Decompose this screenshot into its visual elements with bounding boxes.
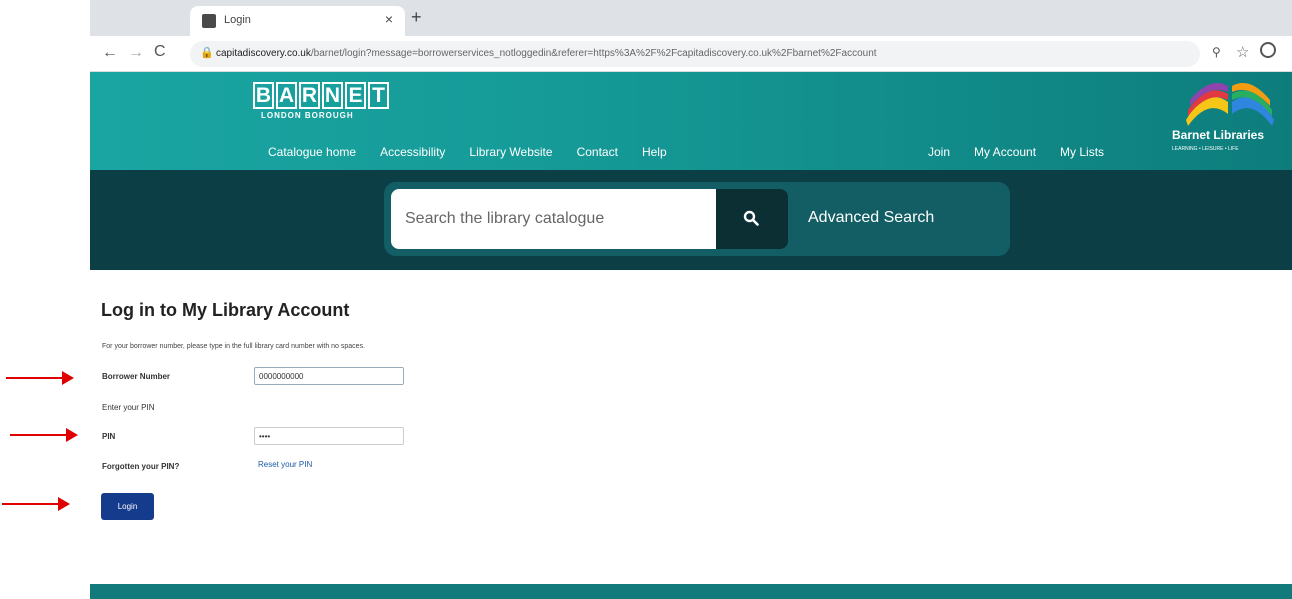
pin-input[interactable] — [254, 427, 404, 445]
annotation-arrow — [2, 497, 70, 511]
open-book-icon — [1186, 83, 1274, 126]
borrower-instruction: For your borrower number, please type in… — [102, 343, 366, 350]
new-tab-button[interactable]: + — [411, 7, 422, 28]
logo-letter: N — [322, 82, 343, 109]
footer-bar — [90, 584, 1292, 599]
barnet-libraries-logo[interactable]: Barnet Libraries LEARNING • LEISURE • LI… — [1172, 78, 1292, 164]
search-button[interactable] — [716, 189, 788, 249]
brand-name: Barnet Libraries — [1172, 128, 1265, 142]
logo-letter: T — [368, 82, 389, 109]
nav-library-website[interactable]: Library Website — [469, 145, 552, 159]
profile-icon[interactable] — [1260, 42, 1276, 58]
site-header: B A R N E T LONDON BOROUGH Catalogue hom… — [90, 72, 1292, 170]
page: Login × + – □ ← → C 🔒 capitadiscovery.co… — [0, 0, 1292, 599]
favicon-icon — [202, 14, 216, 28]
forgotten-pin-label: Forgotten your PIN? — [102, 462, 180, 471]
forward-icon[interactable]: → — [128, 44, 144, 62]
nav-catalogue-home[interactable]: Catalogue home — [268, 145, 356, 159]
nav-my-account[interactable]: My Account — [974, 145, 1036, 159]
nav-help[interactable]: Help — [642, 145, 667, 159]
nav-join[interactable]: Join — [928, 145, 950, 159]
reset-pin-link[interactable]: Reset your PIN — [258, 460, 312, 469]
logo-letter: R — [299, 82, 320, 109]
url-host: capitadiscovery.co.uk — [216, 48, 311, 59]
barnet-logo[interactable]: B A R N E T LONDON BOROUGH — [253, 82, 389, 120]
nav-my-lists[interactable]: My Lists — [1060, 145, 1104, 159]
logo-letters: B A R N E T — [253, 82, 389, 109]
logo-subtitle: LONDON BOROUGH — [261, 111, 354, 120]
account-nav: Join My Account My Lists — [928, 145, 1104, 159]
browser-tab-bar: Login × + – □ — [90, 0, 1292, 36]
borrower-number-input[interactable] — [254, 367, 404, 385]
brand-tagline: LEARNING • LEISURE • LIFE — [1172, 146, 1239, 152]
search-container: Advanced Search — [384, 182, 1010, 256]
nav-contact[interactable]: Contact — [577, 145, 618, 159]
main-nav: Catalogue home Accessibility Library Web… — [268, 145, 667, 159]
url-path: /barnet/login?message=borrowerservices_n… — [310, 48, 877, 59]
browser-tab[interactable]: Login × — [190, 6, 405, 36]
reload-icon[interactable]: C — [154, 43, 166, 61]
logo-letter: B — [253, 82, 274, 109]
back-icon[interactable]: ← — [102, 44, 118, 62]
page-title: Log in to My Library Account — [101, 300, 350, 320]
login-button[interactable]: Login — [101, 493, 154, 520]
borrower-number-label: Borrower Number — [102, 372, 171, 381]
annotation-arrow — [10, 428, 78, 442]
nav-accessibility[interactable]: Accessibility — [380, 145, 445, 159]
logo-letter: A — [276, 82, 297, 109]
key-icon[interactable]: ⚲ — [1212, 45, 1221, 59]
address-bar[interactable]: 🔒 capitadiscovery.co.uk/barnet/login?mes… — [190, 41, 1200, 67]
browser-toolbar: ← → C 🔒 capitadiscovery.co.uk/barnet/log… — [90, 36, 1292, 72]
logo-letter: E — [345, 82, 366, 109]
url-text: capitadiscovery.co.uk/barnet/login?messa… — [216, 48, 1176, 59]
tab-title: Login — [224, 14, 251, 26]
search-icon — [743, 210, 759, 226]
search-band: Advanced Search — [90, 170, 1292, 270]
pin-label: PIN — [102, 432, 116, 441]
bookmark-star-icon[interactable]: ☆ — [1236, 43, 1249, 61]
enter-pin-text: Enter your PIN — [102, 403, 155, 412]
search-input[interactable] — [391, 189, 716, 249]
tab-close-icon[interactable]: × — [385, 11, 393, 27]
advanced-search-link[interactable]: Advanced Search — [808, 209, 934, 227]
annotation-arrow — [6, 371, 74, 385]
lock-icon: 🔒 — [200, 47, 214, 59]
